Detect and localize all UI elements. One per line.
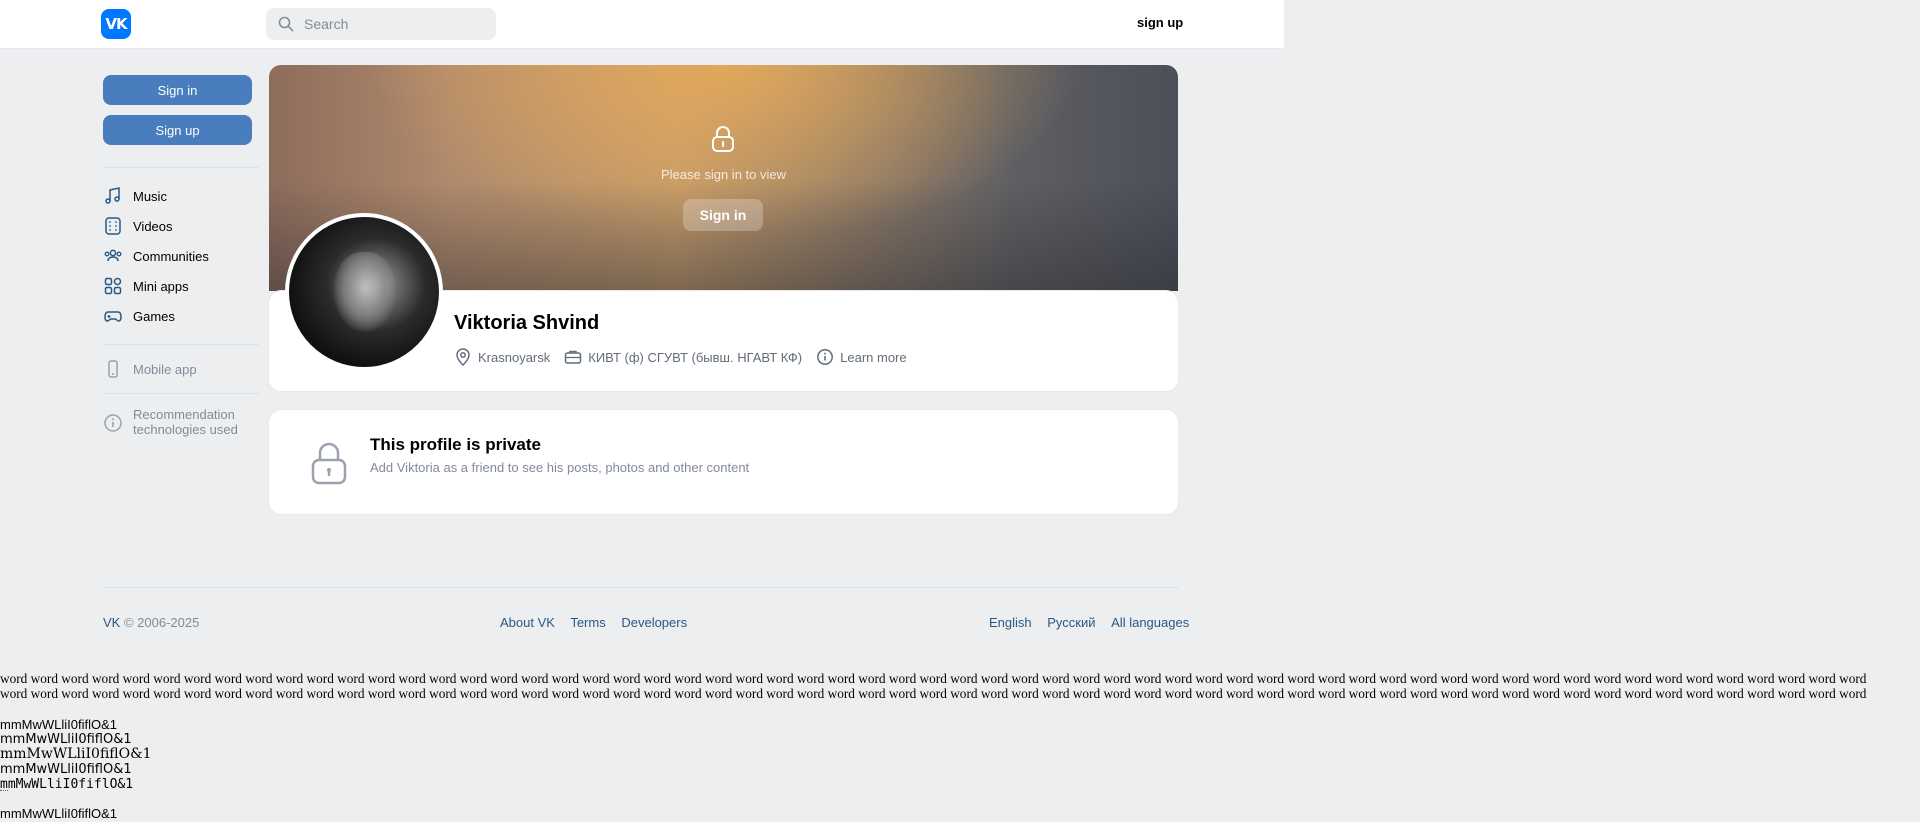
sidebar-item-label: Music bbox=[133, 188, 167, 204]
mobile-phone-icon bbox=[108, 360, 118, 378]
font-specimen-line: mmMwWLliI0fiflO&1 bbox=[0, 717, 118, 732]
footer-link-about[interactable]: About VK bbox=[500, 615, 555, 630]
private-profile-card: This profile is private Add Viktoria as … bbox=[269, 410, 1178, 514]
footer-link-terms[interactable]: Terms bbox=[570, 615, 605, 630]
mini-apps-icon bbox=[104, 277, 122, 295]
sidebar-item-communities[interactable]: Communities bbox=[103, 244, 263, 268]
profile-meta: Krasnoyarsk КИВТ (ф) СГУВТ (бывш. НГАВТ … bbox=[454, 347, 921, 367]
learn-more-label: Learn more bbox=[840, 349, 907, 365]
sidebar-item-label: Mobile app bbox=[133, 361, 197, 377]
info-icon bbox=[104, 414, 122, 432]
location-pin-icon bbox=[456, 348, 470, 367]
sidebar-item-label: Communities bbox=[133, 248, 209, 264]
sidebar-item-games[interactable]: Games bbox=[103, 304, 263, 328]
lock-icon bbox=[311, 442, 347, 485]
test-words-block: word word word word word word word word … bbox=[0, 671, 1920, 701]
top-header: VK sign up bbox=[0, 0, 1284, 49]
sidebar-item-mobile-app[interactable]: Mobile app bbox=[103, 357, 263, 381]
sidebar-signin-button[interactable]: Sign in bbox=[103, 75, 252, 105]
cover-signin-hint: Please sign in to view bbox=[660, 167, 786, 182]
test-words-line: word word word word word word word word … bbox=[0, 671, 1867, 686]
recommendation-label: Recommendation technologies used bbox=[133, 407, 238, 437]
city-label: Krasnoyarsk bbox=[478, 349, 551, 365]
footer-link-developers[interactable]: Developers bbox=[621, 615, 687, 630]
footer-brand[interactable]: VK bbox=[103, 615, 120, 630]
header-signup-link[interactable]: sign up bbox=[1137, 15, 1183, 30]
font-specimen-line: mmMwWLliI0fiflO&1 bbox=[0, 777, 134, 792]
avatar[interactable] bbox=[285, 213, 443, 371]
sidebar-item-label: Videos bbox=[133, 218, 173, 234]
footer-divider bbox=[103, 587, 1179, 588]
dotted-rule bbox=[0, 790, 8, 792]
sidebar-divider bbox=[103, 344, 259, 345]
copyright-text: © 2006-2025 bbox=[123, 615, 200, 630]
language-russian[interactable]: Русский bbox=[1047, 615, 1095, 630]
sidebar-item-music[interactable]: Music bbox=[103, 184, 263, 208]
briefcase-icon bbox=[565, 350, 582, 364]
footer-links: About VK Terms Developers bbox=[500, 615, 687, 630]
font-specimen-line: mmMwWLliI0fiflO&1 bbox=[0, 806, 118, 821]
recommendation-technologies-link[interactable]: Recommendation technologies used bbox=[103, 407, 263, 437]
sidebar-divider bbox=[103, 393, 259, 394]
test-words-line: word word word word word word word word … bbox=[0, 686, 1867, 701]
sidebar-item-videos[interactable]: Videos bbox=[103, 214, 263, 238]
sidebar-divider bbox=[103, 167, 259, 168]
vk-logo[interactable]: VK bbox=[101, 9, 131, 39]
profile-work[interactable]: КИВТ (ф) СГУВТ (бывш. НГАВТ КФ) bbox=[564, 348, 802, 366]
search-input[interactable] bbox=[302, 15, 486, 33]
font-specimen-line: mmMwWLliI0fiflO&1 bbox=[0, 732, 132, 747]
language-english[interactable]: English bbox=[989, 615, 1032, 630]
cover-signin-button[interactable]: Sign in bbox=[683, 199, 763, 231]
sidebar-item-label: Games bbox=[133, 308, 175, 324]
font-specimen-line: mmMwWLliI0fiflO&1 bbox=[0, 762, 132, 777]
videos-icon bbox=[105, 217, 121, 235]
sidebar-item-label: Mini apps bbox=[133, 278, 189, 294]
language-all[interactable]: All languages bbox=[1111, 615, 1189, 630]
communities-icon bbox=[104, 249, 122, 262]
footer-copyright: VK © 2006-2025 bbox=[103, 615, 199, 630]
work-label: КИВТ (ф) СГУВТ (бывш. НГАВТ КФ) bbox=[588, 349, 803, 365]
search-box[interactable] bbox=[266, 8, 496, 40]
font-specimen-line: mmMwWLliI0fiflO&1 bbox=[0, 746, 152, 762]
search-icon bbox=[278, 16, 294, 32]
sidebar-item-mini-apps[interactable]: Mini apps bbox=[103, 274, 263, 298]
learn-more-link[interactable]: Learn more bbox=[816, 348, 907, 366]
lock-icon bbox=[712, 126, 734, 152]
profile-city: Krasnoyarsk bbox=[454, 347, 550, 367]
footer-languages: English Русский All languages bbox=[989, 615, 1189, 630]
sidebar-signup-button[interactable]: Sign up bbox=[103, 115, 252, 145]
games-icon bbox=[104, 311, 122, 322]
private-subtitle: Add Viktoria as a friend to see his post… bbox=[370, 460, 750, 475]
info-icon bbox=[817, 349, 834, 365]
profile-name: Viktoria Shvind bbox=[454, 312, 600, 334]
music-icon bbox=[105, 187, 120, 204]
private-title: This profile is private bbox=[370, 435, 541, 454]
